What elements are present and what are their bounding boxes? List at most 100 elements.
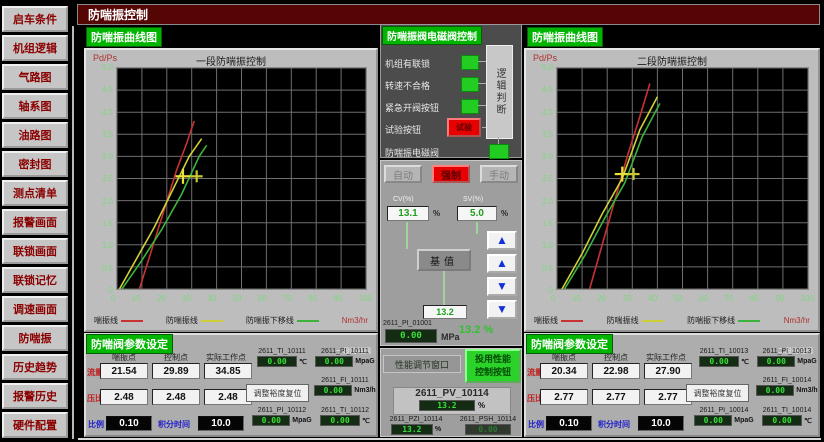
psh-led-display: 0.00 bbox=[465, 424, 511, 435]
ratio-working-value: 2.48 bbox=[204, 389, 252, 405]
engage-performance-button[interactable]: 投用性能 控制按钮 bbox=[465, 349, 521, 383]
sidebar-item-interlock-memory[interactable]: 联锁记忆 bbox=[2, 267, 68, 293]
integral-time-value-box[interactable]: 10.0 bbox=[638, 416, 684, 431]
performance-window-button[interactable]: 性能调节窗口 bbox=[383, 355, 461, 373]
proportional-label: 比例 bbox=[528, 419, 544, 430]
sidebar-item-antisurge[interactable]: 防喘振 bbox=[2, 325, 68, 351]
sidebar-item-gas-diagram[interactable]: 气路图 bbox=[2, 64, 68, 90]
x-axis-unit: Nm3/hr bbox=[784, 316, 810, 325]
connector-line bbox=[476, 222, 478, 234]
led-display: 0.00 bbox=[314, 385, 352, 396]
flow-control-value: 22.98 bbox=[592, 363, 640, 379]
sidebar-item-start-conditions[interactable]: 启车条件 bbox=[2, 6, 68, 32]
integral-time-label: 积分时间 bbox=[158, 419, 190, 430]
sidebar-item-alarm-screen[interactable]: 报警画面 bbox=[2, 209, 68, 235]
solenoid-valve-indicator bbox=[489, 144, 509, 159]
surge-chart-plot bbox=[116, 67, 367, 290]
pi2-tag-group: 2611_PI_10014 0.00MpaG bbox=[691, 407, 757, 426]
solenoid-valve-label: 防喘振电磁阀 bbox=[385, 146, 439, 159]
y-axis-ticks: 5.04.54.03.53.02.52.01.51.00.50 bbox=[88, 63, 115, 295]
sidebar-item-speed-screen[interactable]: 调速画面 bbox=[2, 296, 68, 322]
led-display: 0.00 bbox=[757, 356, 795, 367]
param-section-label-left: 防喘阀参数设定 bbox=[86, 334, 173, 354]
cv-unit: % bbox=[433, 209, 440, 218]
increase-arrow-button[interactable]: ▲ bbox=[487, 254, 517, 273]
pressure-led-display: 0.00 bbox=[385, 329, 437, 343]
emergency-open-label: 紧急开阀按钮 bbox=[385, 101, 439, 114]
legend-item-antisurge-line: 防喘振线 bbox=[166, 315, 223, 326]
proportional-label: 比例 bbox=[88, 419, 104, 430]
engage-button-line1: 投用性能 bbox=[475, 353, 511, 366]
flow-working-value: 27.90 bbox=[644, 363, 692, 379]
sidebar-item-unit-logic[interactable]: 机组逻辑 bbox=[2, 35, 68, 61]
connector-line bbox=[478, 61, 486, 62]
sidebar-item-seal-diagram[interactable]: 密封图 bbox=[2, 151, 68, 177]
legend-line-sample bbox=[642, 320, 664, 322]
legend-line-sample bbox=[561, 320, 583, 322]
mode-manual-button[interactable]: 手动 bbox=[480, 165, 518, 183]
proportional-value-box[interactable]: 0.10 bbox=[546, 416, 592, 431]
led-display: 0.00 bbox=[252, 415, 290, 426]
ratio-surge-value: 2.48 bbox=[100, 389, 148, 405]
legend-item-surge-line: 喘振线 bbox=[534, 315, 583, 326]
setpoint-box[interactable]: 13.2 bbox=[423, 305, 467, 319]
fi-tag-group: 2611_FI_10111 0.00Nm3/h bbox=[312, 377, 378, 396]
logic-judge-box: 逻辑判断 bbox=[486, 45, 513, 139]
mode-auto-button[interactable]: 自动 bbox=[384, 165, 422, 183]
connector-line bbox=[478, 105, 486, 106]
test-button-label: 试验按钮 bbox=[385, 123, 421, 136]
legend-item-surge-line: 喘振线 bbox=[94, 315, 143, 326]
base-value-button[interactable]: 基值 bbox=[417, 249, 471, 271]
integral-time-value-box[interactable]: 10.0 bbox=[198, 416, 244, 431]
cv-value-box: 13.1 bbox=[387, 206, 429, 221]
decrease-arrow-button[interactable]: ▼ bbox=[487, 300, 517, 319]
decrease-arrow-button[interactable]: ▼ bbox=[487, 277, 517, 296]
fi-tag-group: 2611_FI_10014 0.00Nm3/h bbox=[754, 377, 820, 396]
col-header-working-point: 实际工作点 bbox=[198, 352, 254, 363]
sidebar-item-hardware-config[interactable]: 硬件配置 bbox=[2, 412, 68, 438]
legend-item-shift-line: 防喘振下移线 bbox=[246, 315, 319, 326]
pv-display-frame: 2611_PV_10114 13.2 % bbox=[393, 387, 511, 415]
led-display: 0.00 bbox=[257, 356, 297, 367]
chart-legend: 喘振线 防喘振线 防喘振下移线 Nm3/hr bbox=[534, 314, 810, 327]
led-display: 0.00 bbox=[694, 415, 732, 426]
margin-reset-button[interactable]: 调整裕度复位 bbox=[246, 384, 309, 402]
test-button[interactable]: 试验 bbox=[447, 118, 481, 137]
legend-item-antisurge-line: 防喘振线 bbox=[607, 315, 664, 326]
performance-panel: 性能调节窗口 投用性能 控制按钮 2611_PV_10114 13.2 % 26… bbox=[380, 348, 522, 437]
sidebar-item-shaft-diagram[interactable]: 轴系图 bbox=[2, 93, 68, 119]
increase-arrow-button[interactable]: ▲ bbox=[487, 231, 517, 250]
legend-line-sample bbox=[297, 320, 319, 322]
led-display: 0.00 bbox=[320, 415, 360, 426]
connector-line bbox=[498, 137, 499, 144]
y-axis-label: Pd/Ps bbox=[533, 53, 557, 63]
speed-indicator bbox=[461, 77, 479, 92]
param-section-label-right: 防喘阀参数设定 bbox=[526, 334, 613, 354]
pzi-tag-group: 2611_PZI_10114 13.2 % bbox=[383, 416, 449, 435]
emergency-open-indicator bbox=[461, 99, 479, 114]
led-display: 0.00 bbox=[699, 356, 739, 367]
sidebar-item-alarm-history[interactable]: 报警历史 bbox=[2, 383, 68, 409]
margin-reset-button[interactable]: 调整裕度复位 bbox=[686, 384, 749, 402]
integral-time-label: 积分时间 bbox=[598, 419, 630, 430]
proportional-value-box[interactable]: 0.10 bbox=[106, 416, 152, 431]
curve-section-label-right: 防喘振曲线图 bbox=[527, 27, 603, 47]
sv-value-box[interactable]: 5.0 bbox=[457, 206, 497, 221]
sidebar-item-interlock-screen[interactable]: 联锁画面 bbox=[2, 238, 68, 264]
sidebar: 启车条件 机组逻辑 气路图 轴系图 油路图 密封图 测点清单 报警画面 联锁画面… bbox=[2, 6, 68, 438]
sv-unit: % bbox=[501, 209, 508, 218]
pzi-led-display: 13.2 bbox=[391, 424, 433, 435]
sidebar-item-history-trend[interactable]: 历史趋势 bbox=[2, 354, 68, 380]
cv-label: CV(%) bbox=[393, 196, 414, 203]
pv-led-display: 13.2 bbox=[419, 400, 475, 411]
legend-item-shift-line: 防喘振下移线 bbox=[687, 315, 760, 326]
sidebar-item-oil-diagram[interactable]: 油路图 bbox=[2, 122, 68, 148]
valve-faceplate-panel: 自动 强制 手动 CV(%) SV(%) 13.1 % 5.0 % 基值 ▲ ▲… bbox=[380, 160, 522, 346]
pi-tag-group: 2611_PI_10013 0.00MpaG bbox=[754, 348, 820, 367]
ti2-tag-group: 2611_TI_10014 0.00℃ bbox=[754, 407, 820, 426]
connector-line bbox=[478, 83, 486, 84]
mode-force-button[interactable]: 强制 bbox=[432, 165, 470, 183]
page-title: 防喘振控制 bbox=[77, 4, 820, 25]
y-axis-ticks: 5.04.54.03.53.02.52.01.51.00.50 bbox=[528, 63, 555, 295]
sidebar-item-point-list[interactable]: 测点清单 bbox=[2, 180, 68, 206]
